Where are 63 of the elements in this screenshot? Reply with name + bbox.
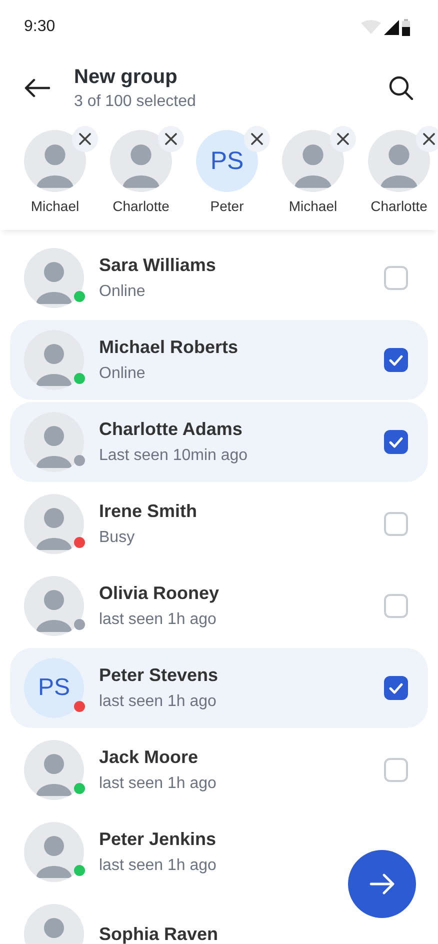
battery-icon [402, 18, 410, 36]
contact-status: last seen 1h ago [99, 775, 218, 793]
arrow-right-icon [369, 873, 395, 895]
contact-name: Olivia Rooney [99, 583, 220, 604]
contact-first-name: Charlotte [370, 198, 428, 214]
avatar-initials: PS [38, 674, 70, 702]
search-icon [388, 75, 414, 101]
person-silhouette-icon [44, 918, 64, 938]
back-button[interactable] [24, 78, 50, 98]
checkmark-icon [389, 682, 403, 694]
contact-status: Online [99, 283, 146, 301]
select-checkbox[interactable] [384, 676, 408, 700]
contact-name: Jack Moore [99, 747, 200, 768]
signal-icon [384, 20, 399, 34]
select-checkbox[interactable] [384, 430, 408, 454]
contact-status: Last seen 10min ago [99, 447, 249, 465]
select-checkbox[interactable] [384, 348, 408, 372]
person-silhouette-icon [294, 144, 332, 188]
contact-first-name: Peter [210, 198, 244, 214]
contact-name: Sara Williams [99, 255, 217, 276]
person-silhouette-icon [36, 836, 72, 878]
remove-button[interactable] [330, 126, 356, 152]
close-icon [165, 133, 177, 145]
back-arrow-icon [24, 78, 50, 98]
contact-name: Sophia Raven [99, 924, 220, 944]
contact-status: Busy [99, 529, 136, 547]
close-icon [423, 133, 435, 145]
person-silhouette-icon [36, 262, 72, 304]
contact-name: Peter Jenkins [99, 829, 218, 850]
wifi-icon [361, 20, 381, 34]
remove-button[interactable] [72, 126, 98, 152]
person-silhouette-icon [36, 508, 72, 550]
contact-name: Peter Stevens [99, 665, 220, 686]
close-icon [79, 133, 91, 145]
person-silhouette-icon [36, 344, 72, 386]
contact-name: Charlotte Adams [99, 419, 244, 440]
remove-button[interactable] [244, 126, 270, 152]
person-silhouette-icon [380, 144, 418, 188]
person-silhouette-icon [36, 590, 72, 632]
remove-button[interactable] [416, 126, 438, 152]
contact-first-name: Michael [288, 198, 338, 214]
clock-time: 9:30 [24, 18, 56, 36]
close-icon [251, 133, 263, 145]
person-silhouette-icon [36, 144, 74, 188]
search-button[interactable] [388, 75, 414, 101]
contact-status: last seen 1h ago [99, 693, 218, 711]
checkmark-icon [389, 436, 403, 448]
selection-count: 3 of 100 selected [74, 92, 197, 110]
screen-title: New group [74, 66, 178, 88]
contact-status: last seen 1h ago [99, 611, 218, 629]
person-silhouette-icon [36, 426, 72, 468]
contact-first-name: Charlotte [112, 198, 170, 214]
avatar-initials: PS [210, 146, 244, 176]
person-silhouette-icon [122, 144, 160, 188]
checkmark-icon [389, 354, 403, 366]
person-silhouette-icon [36, 754, 72, 796]
close-icon [337, 133, 349, 145]
remove-button[interactable] [158, 126, 184, 152]
contact-name: Irene Smith [99, 501, 198, 522]
contact-first-name: Michael [30, 198, 80, 214]
contact-status: last seen 1h ago [99, 857, 218, 875]
contact-status: Online [99, 365, 146, 383]
contact-name: Michael Roberts [99, 337, 240, 358]
